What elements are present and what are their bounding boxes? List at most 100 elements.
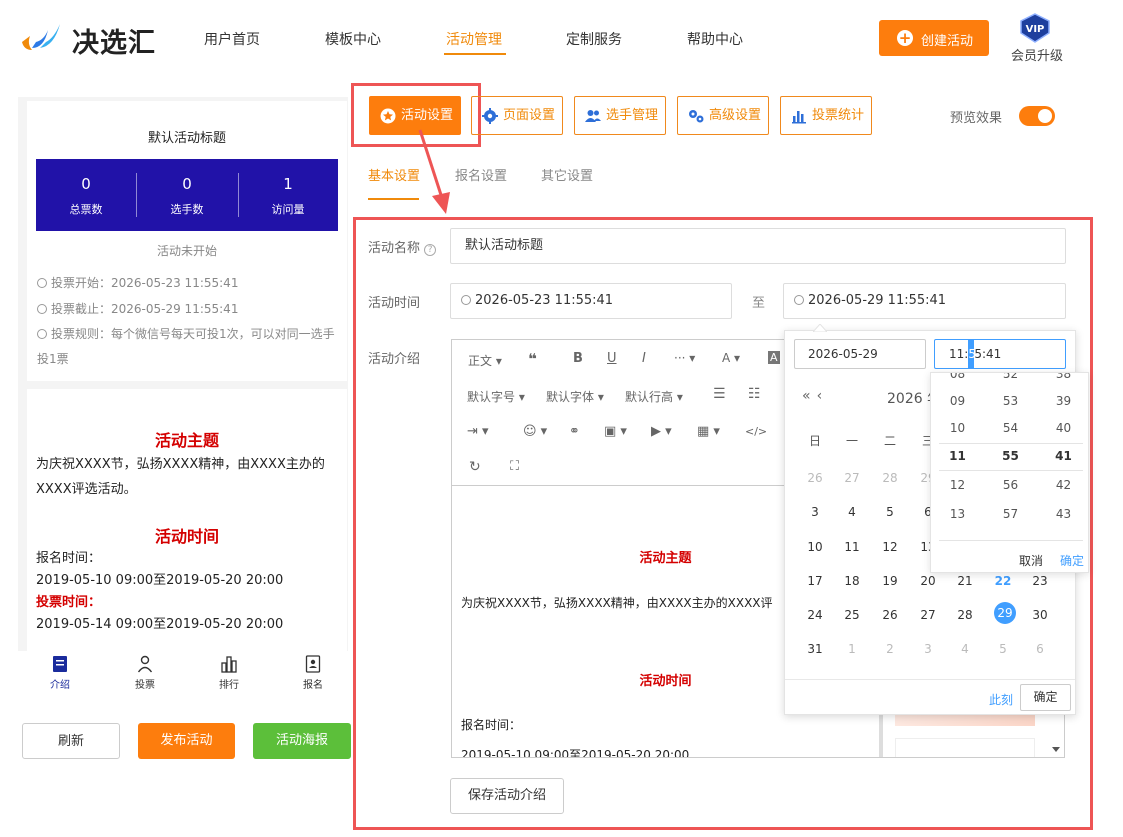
publish-activity-button[interactable]: 发布活动 <box>138 723 235 759</box>
subtab-other[interactable]: 其它设置 <box>541 165 593 184</box>
calendar-day[interactable]: 21 <box>950 574 980 588</box>
calendar-day[interactable]: 4 <box>837 505 867 519</box>
time-option-minute[interactable]: 57 <box>984 507 1037 521</box>
time-option-hour[interactable]: 12 <box>931 478 984 492</box>
more-icon[interactable]: ··· ▾ <box>674 351 695 365</box>
font-family-select[interactable]: 默认字体 ▾ <box>546 388 604 405</box>
calendar-day[interactable]: 31 <box>800 642 830 656</box>
time-option-second[interactable]: 38 <box>1037 373 1088 381</box>
font-size-select[interactable]: 默认字号 ▾ <box>467 388 525 405</box>
calendar-day[interactable]: 11 <box>837 540 867 554</box>
time-option-minute[interactable]: 52 <box>984 373 1037 381</box>
calendar-day[interactable]: 28 <box>875 471 905 485</box>
tabbar-rank[interactable]: 排行 <box>199 655 259 691</box>
calendar-day[interactable]: 2 <box>875 642 905 656</box>
quote-icon[interactable]: ❝ <box>528 350 537 368</box>
subtab-basic[interactable]: 基本设置 <box>368 165 420 184</box>
tabbar-vote[interactable]: 投票 <box>115 655 175 691</box>
activity-poster-button[interactable]: 活动海报 <box>253 723 351 759</box>
calendar-day[interactable]: 23 <box>1025 574 1055 588</box>
fullscreen-icon[interactable]: ⛶ <box>510 459 519 474</box>
nav-help-center[interactable]: 帮助中心 <box>687 29 743 49</box>
time-option-minute[interactable]: 56 <box>984 478 1037 492</box>
calendar-day[interactable]: 5 <box>988 642 1018 656</box>
table-icon[interactable]: ▦ ▾ <box>697 424 720 439</box>
time-option-second[interactable]: 41 <box>1037 449 1088 463</box>
time-option-second[interactable]: 40 <box>1037 421 1088 435</box>
tab-vote-statistics[interactable]: 投票统计 <box>780 96 872 135</box>
calendar-day[interactable]: 18 <box>837 574 867 588</box>
tab-page-settings[interactable]: 页面设置 <box>471 96 563 135</box>
image-icon[interactable]: ▣ ▾ <box>604 424 627 439</box>
tab-contestant-manage[interactable]: 选手管理 <box>574 96 666 135</box>
logo[interactable]: 决选汇 <box>18 18 178 59</box>
selected-day[interactable]: 29 <box>990 606 1020 620</box>
nav-user-home[interactable]: 用户首页 <box>204 29 260 49</box>
font-color-icon[interactable]: A ▾ <box>722 351 740 365</box>
calendar-day[interactable]: 27 <box>913 608 943 622</box>
nav-custom-service[interactable]: 定制服务 <box>566 29 622 49</box>
prev-year-icon[interactable]: « <box>802 388 817 404</box>
time-option-hour[interactable]: 09 <box>931 394 984 408</box>
time-option-minute[interactable]: 55 <box>984 449 1037 463</box>
calendar-day[interactable]: 26 <box>800 471 830 485</box>
tabbar-signup[interactable]: 报名 <box>283 655 343 691</box>
help-icon[interactable]: ? <box>424 244 437 256</box>
scroll-down-arrow-icon[interactable] <box>1047 740 1065 758</box>
activity-name-input[interactable]: 默认活动标题 <box>450 228 1066 264</box>
calendar-day[interactable]: 28 <box>950 608 980 622</box>
emoji-icon[interactable]: ☺ ▾ <box>523 424 547 439</box>
calendar-day[interactable]: 6 <box>1025 642 1055 656</box>
time-option-minute[interactable]: 54 <box>984 421 1037 435</box>
tabbar-intro[interactable]: 介绍 <box>30 655 90 691</box>
calendar-day[interactable]: 22 <box>988 574 1018 588</box>
italic-icon[interactable]: I <box>642 351 646 366</box>
time-option-second[interactable]: 43 <box>1037 507 1088 521</box>
time-option-second[interactable]: 39 <box>1037 394 1088 408</box>
calendar-day[interactable]: 27 <box>837 471 867 485</box>
calendar-day[interactable]: 17 <box>800 574 830 588</box>
bold-icon[interactable]: B <box>573 351 583 366</box>
subtab-signup[interactable]: 报名设置 <box>455 165 507 184</box>
calendar-day[interactable]: 3 <box>800 505 830 519</box>
prev-month-icon[interactable]: ‹ <box>817 388 829 404</box>
create-activity-button[interactable]: + 创建活动 <box>879 20 989 56</box>
tab-advanced-settings[interactable]: 高级设置 <box>677 96 769 135</box>
bullet-list-icon[interactable]: ☰ <box>713 386 726 402</box>
paragraph-select[interactable]: 正文 ▾ <box>468 352 502 369</box>
nav-activity-manage[interactable]: 活动管理 <box>446 29 502 49</box>
bg-color-icon[interactable]: A <box>768 351 780 364</box>
picker-date-input[interactable]: 2026-05-29 <box>794 339 926 369</box>
time-option-hour[interactable]: 10 <box>931 421 984 435</box>
time-option-minute[interactable]: 53 <box>984 394 1037 408</box>
nav-templates[interactable]: 模板中心 <box>325 29 381 49</box>
picker-now-button[interactable]: 此刻 <box>989 691 1013 708</box>
calendar-day[interactable]: 3 <box>913 642 943 656</box>
calendar-day[interactable]: 12 <box>875 540 905 554</box>
line-height-select[interactable]: 默认行高 ▾ <box>625 388 683 405</box>
calendar-day[interactable]: 10 <box>800 540 830 554</box>
numbered-list-icon[interactable]: ☷ <box>748 386 761 402</box>
picker-ok-button[interactable]: 确定 <box>1020 684 1071 711</box>
picker-time-input[interactable]: 11:55:41 <box>934 339 1066 369</box>
start-time-input[interactable]: 2026-05-23 11:55:41 <box>450 283 732 319</box>
indent-icon[interactable]: ⇥ ▾ <box>467 424 489 439</box>
calendar-day[interactable]: 26 <box>875 608 905 622</box>
refresh-button[interactable]: 刷新 <box>22 723 120 759</box>
vip-badge-icon[interactable]: VIP <box>1018 13 1052 43</box>
end-time-input[interactable]: 2026-05-29 11:55:41 <box>783 283 1066 319</box>
time-option-second[interactable]: 42 <box>1037 478 1088 492</box>
calendar-day[interactable]: 1 <box>837 642 867 656</box>
calendar-day[interactable]: 30 <box>1025 608 1055 622</box>
calendar-day[interactable]: 20 <box>913 574 943 588</box>
vip-upgrade-label[interactable]: 会员升级 <box>1011 45 1063 64</box>
time-option-hour[interactable]: 11 <box>931 449 984 463</box>
time-option-hour[interactable]: 08 <box>931 373 984 381</box>
time-option-hour[interactable]: 13 <box>931 507 984 521</box>
calendar-day[interactable]: 25 <box>837 608 867 622</box>
underline-icon[interactable]: U <box>607 351 617 366</box>
video-icon[interactable]: ▶ ▾ <box>651 424 672 439</box>
time-ok-button[interactable]: 确定 <box>1060 552 1084 569</box>
link-icon[interactable]: ⚭ <box>569 424 580 439</box>
calendar-day[interactable]: 4 <box>950 642 980 656</box>
